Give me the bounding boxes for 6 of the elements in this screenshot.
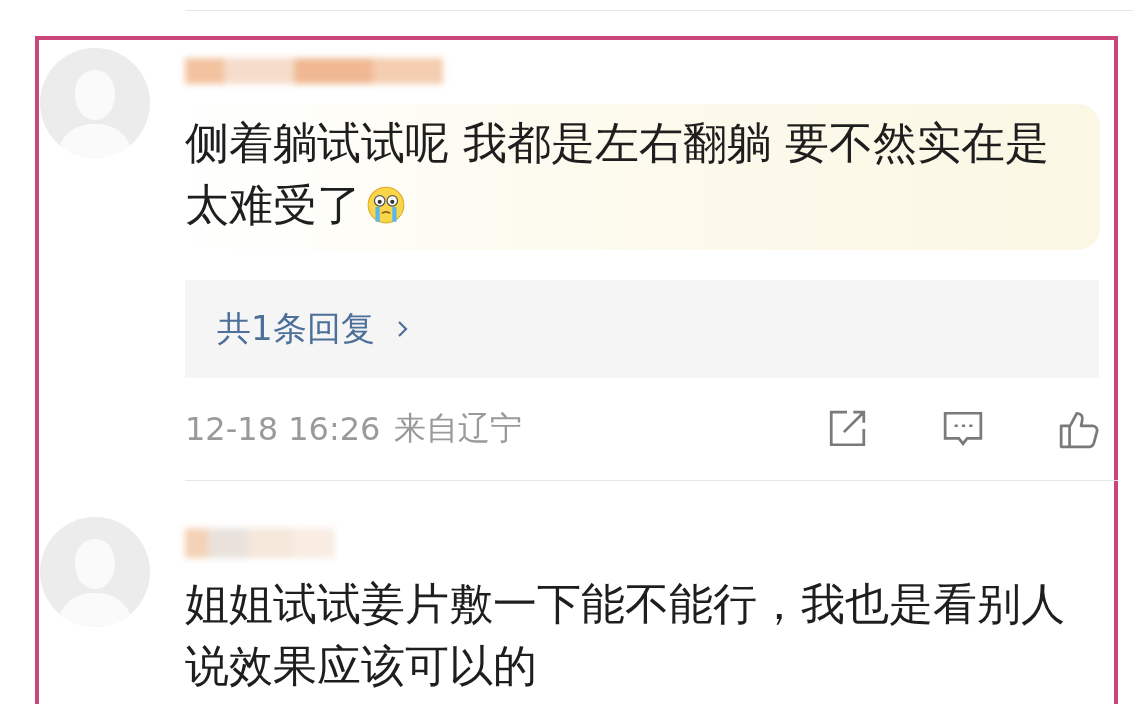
comment-text: 姐姐试试姜片敷一下能不能行，我也是看别人说效果应该可以的 <box>185 577 1066 693</box>
chevron-icon <box>396 319 409 339</box>
replies-link[interactable]: 共1条回复 <box>185 280 1099 378</box>
comment-text: 侧着躺试试呢 我都是左右翻躺 要不然实在是太难受了 <box>185 116 1050 232</box>
comment-time: 12-18 16:26 <box>185 410 381 448</box>
comment-location: 来自辽宁 <box>394 408 523 449</box>
